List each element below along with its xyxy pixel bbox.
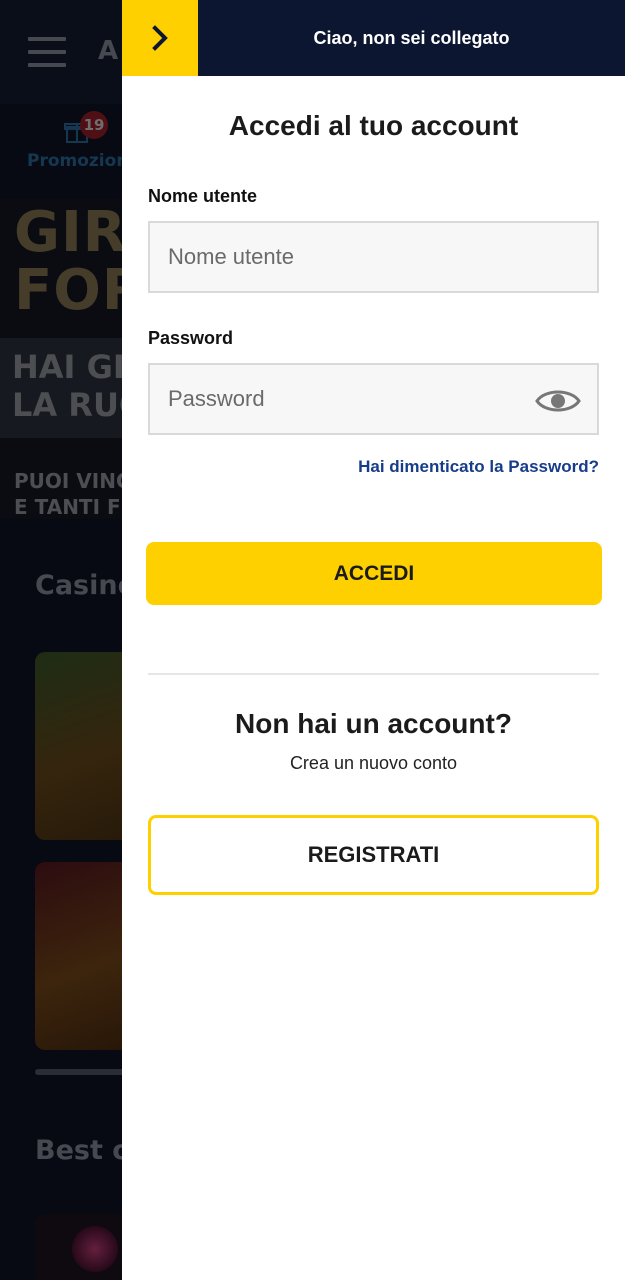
login-button[interactable]: ACCEDI [146, 542, 602, 605]
chevron-right-icon [152, 25, 168, 51]
divider [148, 673, 599, 675]
password-label: Password [148, 328, 234, 348]
password-field-wrapper [148, 363, 599, 435]
no-account-subtitle: Crea un nuovo conto [289, 753, 458, 773]
username-field-wrapper [148, 221, 599, 293]
drawer-header: Ciao, non sei collegato [122, 0, 625, 76]
register-button[interactable]: REGISTRATI [148, 815, 599, 895]
login-drawer: Ciao, non sei collegato Accedi al tuo ac… [122, 0, 625, 1280]
close-drawer-button[interactable] [122, 0, 198, 76]
login-title: Accedi al tuo account [228, 110, 519, 141]
username-input[interactable] [150, 223, 597, 291]
username-label: Nome utente [148, 186, 258, 206]
password-input[interactable] [150, 365, 597, 433]
forgot-password-link[interactable]: Hai dimenticato la Password? [358, 457, 599, 477]
greeting-text: Ciao, non sei collegato [313, 28, 510, 48]
no-account-title: Non hai un account? [235, 708, 512, 739]
eye-icon[interactable] [535, 387, 581, 415]
